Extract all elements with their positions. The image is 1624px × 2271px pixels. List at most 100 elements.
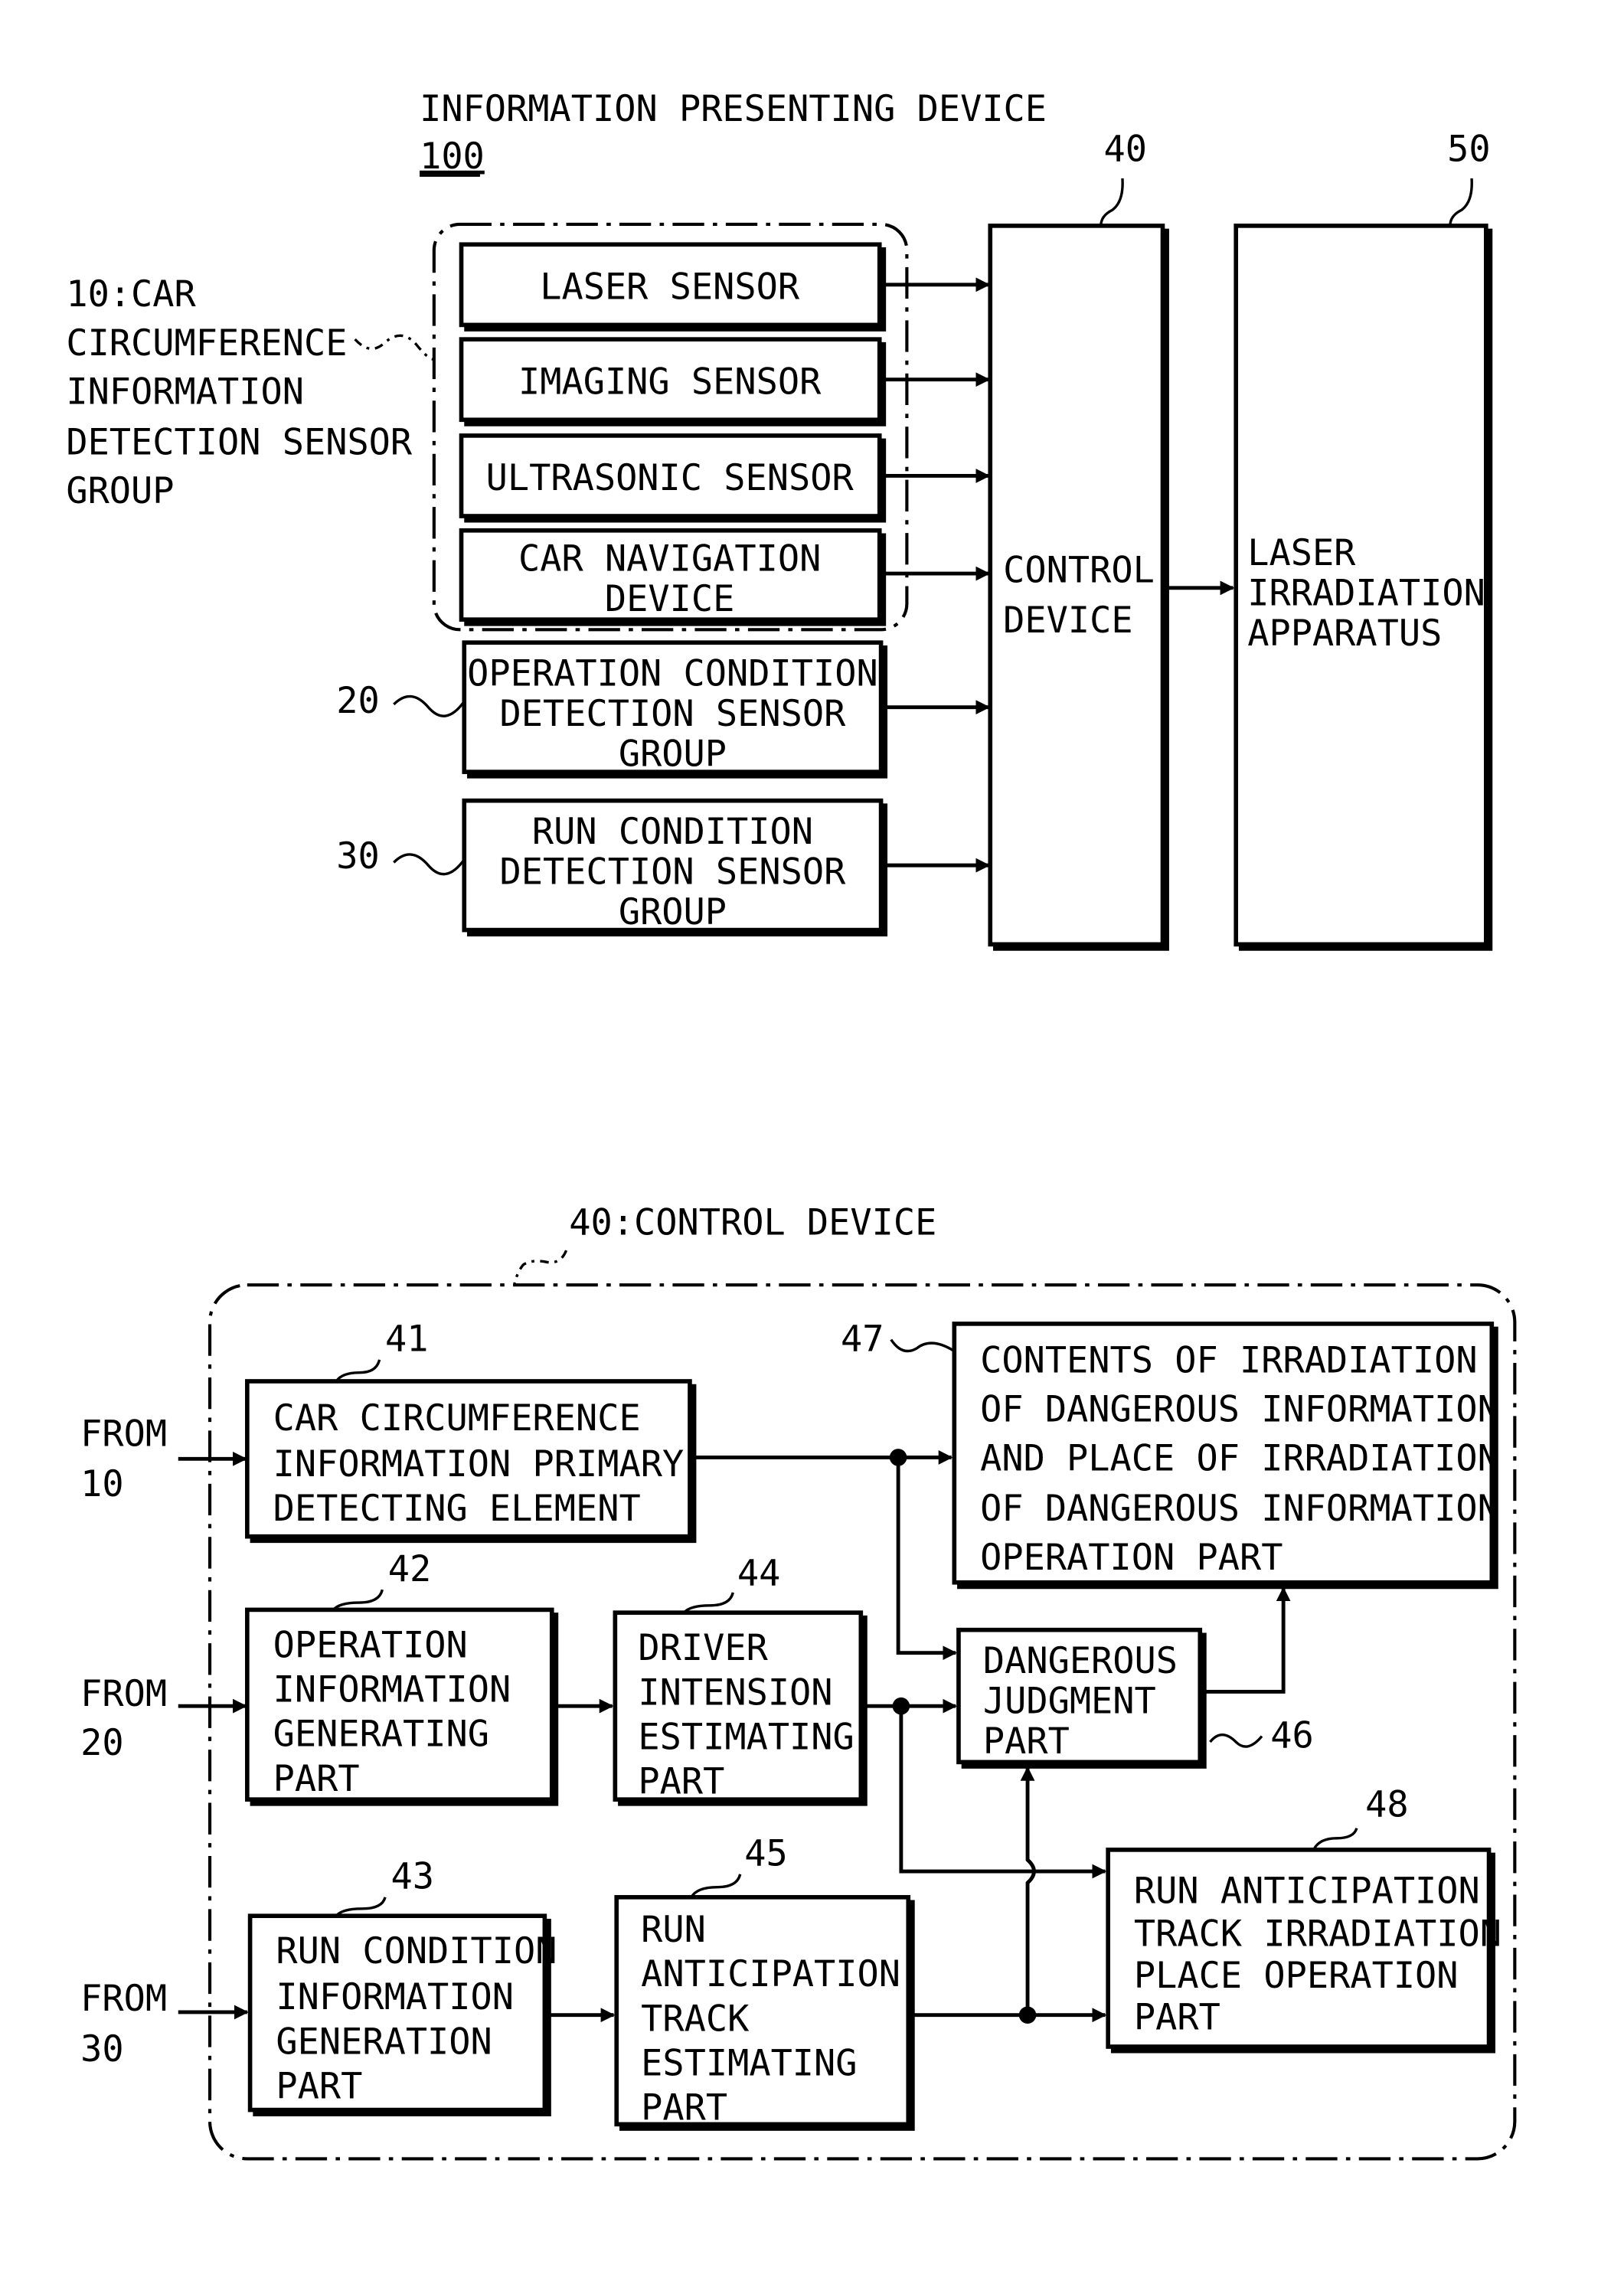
label-text: RUN ANTICIPATION xyxy=(1134,1870,1480,1912)
outline-path xyxy=(890,1338,956,1353)
label-text: PART xyxy=(641,2087,727,2129)
block-41-car-circumference-detecting-element: CAR CIRCUMFERENCE INFORMATION PRIMARY DE… xyxy=(245,1318,697,1544)
label-text: CONTROL xyxy=(1003,549,1155,591)
label-text: 30 xyxy=(80,2028,123,2070)
label-text: RUN CONDITION xyxy=(532,811,813,853)
label-text: OF DANGEROUS INFORMATION xyxy=(980,1389,1499,1431)
label-text: INFORMATION xyxy=(273,1669,511,1711)
block-48-run-anticipation-track-irradiation-place-operation-part: RUN ANTICIPATION TRACK IRRADIATION PLACE… xyxy=(1106,1784,1501,2054)
sensor-imaging: IMAGING SENSOR xyxy=(459,337,887,426)
label-text: ESTIMATING xyxy=(641,2043,857,2085)
ref-50: 50 xyxy=(1447,128,1490,170)
label-text: DANGEROUS xyxy=(983,1640,1178,1682)
label-text: PLACE OPERATION xyxy=(1134,1955,1459,1997)
input-from-30: FROM 30 xyxy=(80,1978,249,2070)
block-42-operation-information-generating-part: OPERATION INFORMATION GENERATING PART 42 xyxy=(245,1548,559,1806)
outline-path xyxy=(1020,1766,1036,2015)
leader-40 xyxy=(1100,178,1124,226)
label-text: CONTENTS OF IRRADIATION xyxy=(980,1340,1478,1382)
input-from-10: FROM 10 xyxy=(80,1413,247,1505)
outline-path xyxy=(690,1874,742,1898)
label-text: INFORMATION xyxy=(66,371,304,413)
label-text: OF DANGEROUS INFORMATION xyxy=(980,1488,1499,1530)
label-text: GENERATION xyxy=(276,2021,492,2063)
label-text: DETECTING ELEMENT xyxy=(273,1488,641,1530)
group10-label: 10:CAR CIRCUMFERENCE INFORMATION DETECTI… xyxy=(66,273,435,512)
label-text: DETECTION SENSOR xyxy=(500,693,847,735)
label-text: FROM xyxy=(80,1673,167,1715)
block-44-driver-intension-estimating-part: DRIVER INTENSION ESTIMATING PART 44 xyxy=(613,1552,868,1806)
label-text: 48 xyxy=(1365,1784,1408,1826)
ref-20: 20 xyxy=(336,680,379,722)
outline-path xyxy=(335,1359,381,1382)
run-condition-sensor-group: RUN CONDITION DETECTION SENSOR GROUP 30 xyxy=(336,798,888,937)
label-text: ANTICIPATION xyxy=(641,1953,900,1995)
label-text: AND PLACE OF IRRADIATION xyxy=(980,1437,1499,1479)
label-text: FROM xyxy=(80,1978,167,2020)
label-text: CAR CIRCUMFERENCE xyxy=(273,1397,641,1439)
label-text: DRIVER xyxy=(638,1627,768,1669)
label-text: ESTIMATING xyxy=(638,1716,854,1758)
block-45-run-anticipation-track-estimating-part: RUN ANTICIPATION TRACK ESTIMATING PART 4… xyxy=(614,1833,915,2131)
patent-figure: INFORMATION PRESENTING DEVICE 100 10:CAR… xyxy=(66,88,1517,2161)
outline-path xyxy=(1209,1733,1263,1748)
label-text: DEVICE xyxy=(1003,600,1132,642)
leader-50 xyxy=(1449,178,1473,226)
label-text: RUN xyxy=(641,1909,706,1951)
label-text: 10 xyxy=(80,1463,123,1505)
sensor-car-navigation: CAR NAVIGATION DEVICE xyxy=(459,528,887,626)
group10-leader xyxy=(354,334,435,361)
figure-bottom: 40:CONTROL DEVICE FROM 10 FROM 20 FROM 3… xyxy=(80,1202,1517,2161)
label-text: CIRCUMFERENCE xyxy=(66,322,347,364)
label-text: OPERATION xyxy=(273,1624,468,1666)
label-text: FROM xyxy=(80,1413,167,1455)
block-43-run-condition-information-generation-part: RUN CONDITION INFORMATION GENERATION PAR… xyxy=(247,1856,557,2117)
operation-condition-sensor-group: OPERATION CONDITION DETECTION SENSOR GRO… xyxy=(336,640,888,779)
label-text: APPARATUS xyxy=(1247,613,1442,655)
label-text: IMAGING SENSOR xyxy=(518,361,822,403)
connector-line xyxy=(896,1457,958,1661)
label-text: PART xyxy=(1134,1996,1220,2038)
label-text: 20 xyxy=(80,1722,123,1764)
label-text: RUN CONDITION xyxy=(276,1930,557,1972)
label-text: TRACK xyxy=(641,1998,750,2040)
block-47-irradiation-contents-and-place-operation-part: CONTENTS OF IRRADIATION OF DANGEROUS INF… xyxy=(841,1318,1499,1590)
leader-20 xyxy=(393,694,466,717)
label-text: PART xyxy=(273,1758,360,1800)
label-text: 43 xyxy=(391,1856,434,1898)
label-text: DEVICE xyxy=(605,578,734,620)
sensor-ultrasonic: ULTRASONIC SENSOR xyxy=(459,433,887,523)
label-text: PART xyxy=(276,2066,362,2108)
label-text: 42 xyxy=(388,1548,431,1590)
outline-path xyxy=(1312,1828,1358,1851)
control-device-title: 40:CONTROL DEVICE xyxy=(569,1202,936,1244)
label-text: GROUP xyxy=(619,891,727,933)
label-text: GROUP xyxy=(619,734,727,776)
label-text: INFORMATION PRIMARY xyxy=(273,1443,685,1485)
label-text: 46 xyxy=(1270,1715,1313,1757)
label-text: GROUP xyxy=(66,470,174,512)
input-from-20: FROM 20 xyxy=(80,1673,247,1764)
label-text: ULTRASONIC SENSOR xyxy=(486,457,854,499)
label-text: GENERATING xyxy=(273,1714,489,1756)
label-text: JUDGMENT xyxy=(983,1681,1156,1723)
outline-path xyxy=(335,1897,387,1917)
connector-line xyxy=(1203,1586,1291,1694)
outline-path xyxy=(332,1589,384,1611)
label-text: 41 xyxy=(385,1318,428,1361)
label-text: 47 xyxy=(841,1318,884,1361)
figure-top: INFORMATION PRESENTING DEVICE 100 10:CAR… xyxy=(66,88,1493,951)
ref-30: 30 xyxy=(336,835,379,877)
label-text: TRACK IRRADIATION xyxy=(1134,1913,1501,1956)
outline-path xyxy=(683,1592,734,1614)
block-46-dangerous-judgment-part: DANGEROUS JUDGMENT PART 46 xyxy=(956,1627,1314,1769)
label-text: DETECTION SENSOR xyxy=(500,851,847,894)
label-text: DETECTION SENSOR xyxy=(66,421,413,463)
label-text: 10:CAR xyxy=(66,273,196,315)
label-text: PART xyxy=(983,1720,1070,1763)
sensor-laser: LASER SENSOR xyxy=(459,242,887,332)
leader-30 xyxy=(393,853,466,876)
label-text: IRRADIATION xyxy=(1247,572,1485,614)
device-ref: 100 xyxy=(420,136,485,178)
label-text: LASER xyxy=(1247,532,1356,574)
